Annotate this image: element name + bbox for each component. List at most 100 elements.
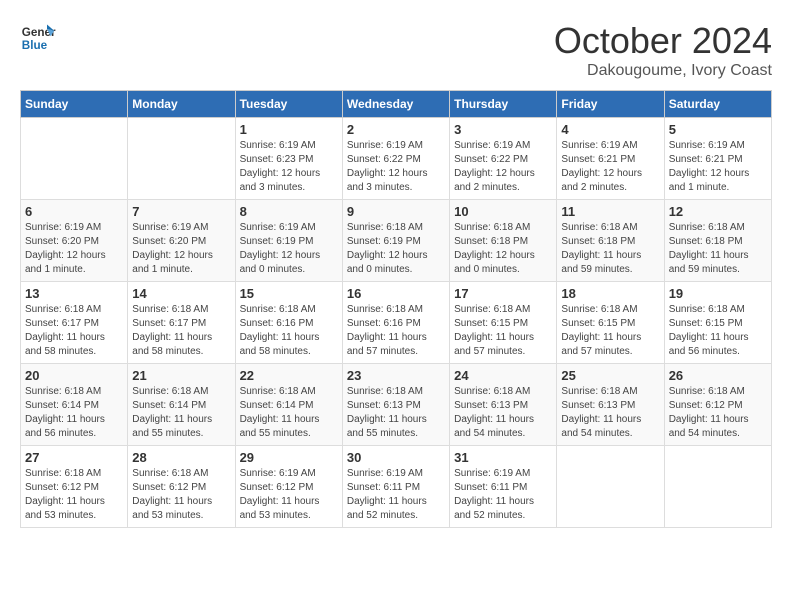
day-number: 31 [454,450,552,465]
calendar-week-row: 1Sunrise: 6:19 AM Sunset: 6:23 PM Daylig… [21,118,772,200]
day-number: 7 [132,204,230,219]
calendar-cell: 23 Sunrise: 6:18 AM Sunset: 6:13 PM Dayli… [342,364,449,446]
calendar-cell: 11 Sunrise: 6:18 AM Sunset: 6:18 PM Dayli… [557,200,664,282]
calendar-cell: 4Sunrise: 6:19 AM Sunset: 6:21 PM Daylig… [557,118,664,200]
day-info: Sunrise: 6:19 AM Sunset: 6:11 PM Dayligh… [454,467,552,523]
calendar-cell: 28Sunrise: 6:18 AM Sunset: 6:12 PM Dayli… [128,446,235,528]
calendar-cell: 16Sunrise: 6:18 AM Sunset: 6:16 PM Dayli… [342,282,449,364]
calendar-cell: 31 Sunrise: 6:19 AM Sunset: 6:11 PM Dayli… [450,446,557,528]
month-title: October 2024 [554,20,772,62]
day-info: Sunrise: 6:19 AM Sunset: 6:20 PM Dayligh… [25,221,123,277]
day-number: 3 [454,122,552,137]
header: General Blue October 2024 Dakougoume, Iv… [20,20,772,80]
day-number: 19 [669,286,767,301]
day-number: 5 [669,122,767,137]
day-info: Sunrise: 6:18 AM Sunset: 6:17 PM Dayligh… [25,303,123,359]
calendar-cell: 25Sunrise: 6:18 AM Sunset: 6:13 PM Dayli… [557,364,664,446]
calendar-cell: 14 Sunrise: 6:18 AM Sunset: 6:17 PM Dayli… [128,282,235,364]
day-number: 29 [240,450,338,465]
day-number: 13 [25,286,123,301]
day-number: 27 [25,450,123,465]
calendar-cell: 9 Sunrise: 6:18 AM Sunset: 6:19 PM Daylig… [342,200,449,282]
day-number: 25 [561,368,659,383]
day-info: Sunrise: 6:18 AM Sunset: 6:18 PM Dayligh… [669,221,767,277]
calendar-cell: 5 Sunrise: 6:19 AM Sunset: 6:21 PM Daylig… [664,118,771,200]
calendar-week-row: 20 Sunrise: 6:18 AM Sunset: 6:14 PM Dayli… [21,364,772,446]
calendar-cell: 10 Sunrise: 6:18 AM Sunset: 6:18 PM Dayli… [450,200,557,282]
day-number: 28 [132,450,230,465]
calendar-cell: 20 Sunrise: 6:18 AM Sunset: 6:14 PM Dayli… [21,364,128,446]
day-info: Sunrise: 6:18 AM Sunset: 6:18 PM Dayligh… [561,221,659,277]
day-number: 1 [240,122,338,137]
day-info: Sunrise: 6:18 AM Sunset: 6:15 PM Dayligh… [669,303,767,359]
day-info: Sunrise: 6:18 AM Sunset: 6:12 PM Dayligh… [669,385,767,441]
calendar-header-row: SundayMondayTuesdayWednesdayThursdayFrid… [21,91,772,118]
day-number: 24 [454,368,552,383]
calendar-table: SundayMondayTuesdayWednesdayThursdayFrid… [20,90,772,528]
svg-text:Blue: Blue [22,39,48,52]
calendar-cell: 8 Sunrise: 6:19 AM Sunset: 6:19 PM Daylig… [235,200,342,282]
day-info: Sunrise: 6:18 AM Sunset: 6:13 PM Dayligh… [454,385,552,441]
day-info: Sunrise: 6:18 AM Sunset: 6:13 PM Dayligh… [347,385,445,441]
calendar-week-row: 6 Sunrise: 6:19 AM Sunset: 6:20 PM Daylig… [21,200,772,282]
day-number: 22 [240,368,338,383]
weekday-header: Tuesday [235,91,342,118]
day-info: Sunrise: 6:19 AM Sunset: 6:21 PM Dayligh… [669,139,767,195]
day-info: Sunrise: 6:19 AM Sunset: 6:22 PM Dayligh… [347,139,445,195]
calendar-week-row: 27 Sunrise: 6:18 AM Sunset: 6:12 PM Dayli… [21,446,772,528]
day-info: Sunrise: 6:18 AM Sunset: 6:14 PM Dayligh… [240,385,338,441]
day-number: 14 [132,286,230,301]
day-info: Sunrise: 6:19 AM Sunset: 6:22 PM Dayligh… [454,139,552,195]
calendar-cell: 1Sunrise: 6:19 AM Sunset: 6:23 PM Daylig… [235,118,342,200]
calendar-cell: 13 Sunrise: 6:18 AM Sunset: 6:17 PM Dayli… [21,282,128,364]
weekday-header: Monday [128,91,235,118]
calendar-cell: 24 Sunrise: 6:18 AM Sunset: 6:13 PM Dayli… [450,364,557,446]
day-number: 23 [347,368,445,383]
day-info: Sunrise: 6:18 AM Sunset: 6:15 PM Dayligh… [561,303,659,359]
calendar-body: 1Sunrise: 6:19 AM Sunset: 6:23 PM Daylig… [21,118,772,528]
weekday-header: Thursday [450,91,557,118]
calendar-cell [664,446,771,528]
day-info: Sunrise: 6:19 AM Sunset: 6:21 PM Dayligh… [561,139,659,195]
day-info: Sunrise: 6:18 AM Sunset: 6:16 PM Dayligh… [240,303,338,359]
calendar-cell [128,118,235,200]
day-number: 6 [25,204,123,219]
weekday-header: Sunday [21,91,128,118]
calendar-cell [557,446,664,528]
day-info: Sunrise: 6:18 AM Sunset: 6:16 PM Dayligh… [347,303,445,359]
location-subtitle: Dakougoume, Ivory Coast [554,62,772,80]
weekday-header: Wednesday [342,91,449,118]
calendar-cell: 19 Sunrise: 6:18 AM Sunset: 6:15 PM Dayli… [664,282,771,364]
day-number: 8 [240,204,338,219]
calendar-cell: 7Sunrise: 6:19 AM Sunset: 6:20 PM Daylig… [128,200,235,282]
title-area: October 2024 Dakougoume, Ivory Coast [554,20,772,80]
day-info: Sunrise: 6:18 AM Sunset: 6:18 PM Dayligh… [454,221,552,277]
day-info: Sunrise: 6:19 AM Sunset: 6:11 PM Dayligh… [347,467,445,523]
weekday-header: Friday [557,91,664,118]
day-number: 12 [669,204,767,219]
calendar-cell: 30 Sunrise: 6:19 AM Sunset: 6:11 PM Dayli… [342,446,449,528]
day-number: 21 [132,368,230,383]
day-number: 18 [561,286,659,301]
day-number: 10 [454,204,552,219]
calendar-cell: 27 Sunrise: 6:18 AM Sunset: 6:12 PM Dayli… [21,446,128,528]
day-info: Sunrise: 6:19 AM Sunset: 6:19 PM Dayligh… [240,221,338,277]
calendar-cell: 12 Sunrise: 6:18 AM Sunset: 6:18 PM Dayli… [664,200,771,282]
day-info: Sunrise: 6:18 AM Sunset: 6:14 PM Dayligh… [25,385,123,441]
calendar-cell: 26 Sunrise: 6:18 AM Sunset: 6:12 PM Dayli… [664,364,771,446]
day-number: 30 [347,450,445,465]
day-number: 2 [347,122,445,137]
logo-icon: General Blue [20,20,56,56]
day-info: Sunrise: 6:18 AM Sunset: 6:12 PM Dayligh… [25,467,123,523]
day-number: 20 [25,368,123,383]
calendar-cell: 15 Sunrise: 6:18 AM Sunset: 6:16 PM Dayli… [235,282,342,364]
day-number: 9 [347,204,445,219]
day-info: Sunrise: 6:18 AM Sunset: 6:14 PM Dayligh… [132,385,230,441]
calendar-week-row: 13 Sunrise: 6:18 AM Sunset: 6:17 PM Dayli… [21,282,772,364]
calendar-cell: 3 Sunrise: 6:19 AM Sunset: 6:22 PM Daylig… [450,118,557,200]
day-info: Sunrise: 6:18 AM Sunset: 6:17 PM Dayligh… [132,303,230,359]
day-number: 26 [669,368,767,383]
day-number: 15 [240,286,338,301]
day-info: Sunrise: 6:18 AM Sunset: 6:19 PM Dayligh… [347,221,445,277]
day-number: 11 [561,204,659,219]
